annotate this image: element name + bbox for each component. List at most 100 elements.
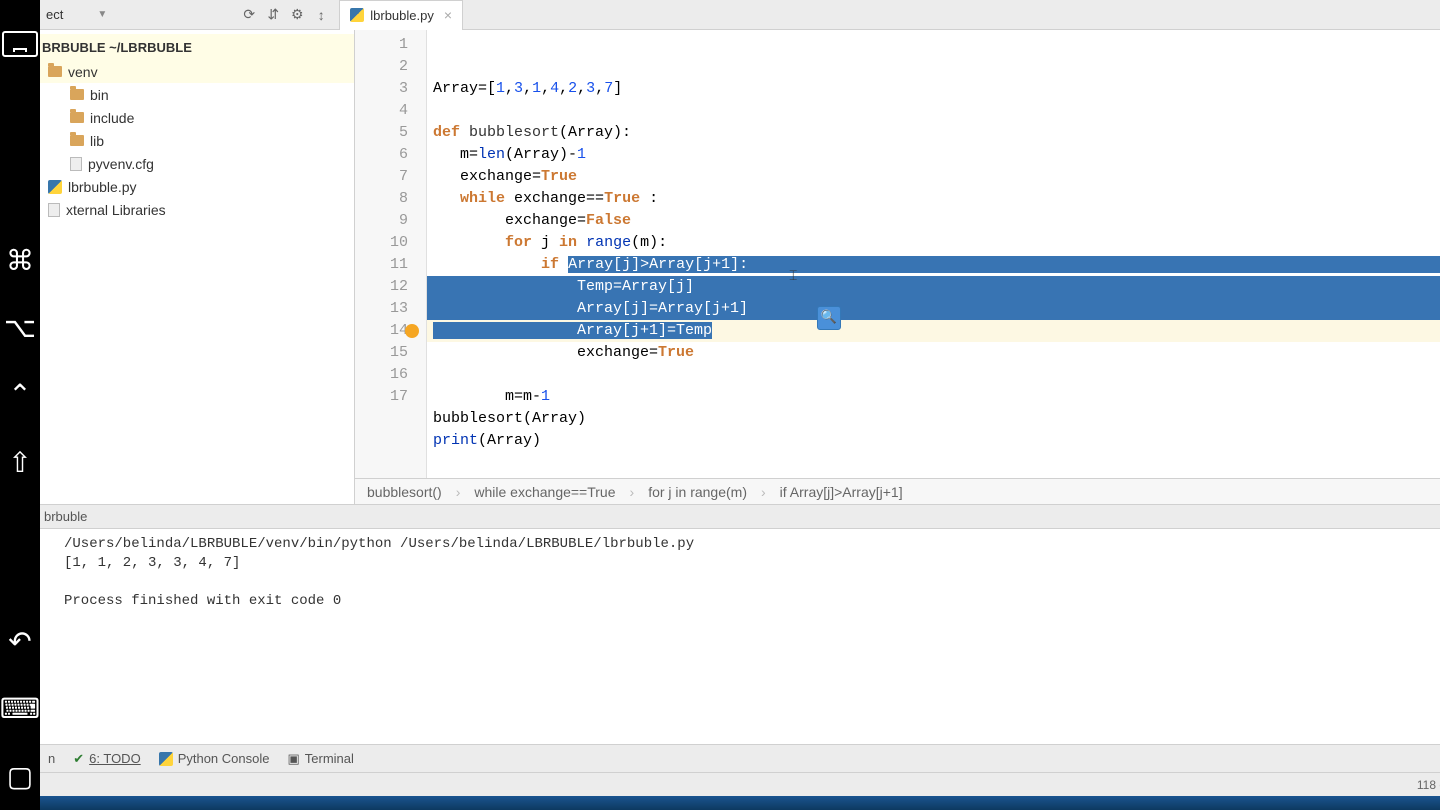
command-icon[interactable]: ⌘ <box>0 242 40 279</box>
editor[interactable]: 1234567891011121314151617 Array=[1,3,1,4… <box>355 30 1440 478</box>
folder-icon <box>48 66 62 77</box>
code-line[interactable]: Array[j]=Array[j+1] <box>427 298 1440 320</box>
line-number: 8 <box>355 188 426 210</box>
folder-icon <box>70 112 84 123</box>
code-line[interactable] <box>427 100 1440 122</box>
line-number: 4 <box>355 100 426 122</box>
tab-python-console[interactable]: Python Console <box>159 751 270 766</box>
refresh-icon[interactable]: ⟳ <box>239 5 259 25</box>
editor-tab[interactable]: lbrbuble.py × <box>339 0 463 30</box>
code-line[interactable]: Array[j+1]=Temp <box>427 320 1440 342</box>
close-icon[interactable]: × <box>444 7 452 23</box>
line-number: 12 <box>355 276 426 298</box>
file-icon <box>70 157 82 171</box>
tree-item[interactable]: pyvenv.cfg <box>40 152 354 175</box>
tab-run[interactable]: n <box>48 751 55 766</box>
chevron-right-icon: › <box>761 484 766 500</box>
tree-item[interactable]: xternal Libraries <box>40 198 354 221</box>
text-caret: ⌶ <box>789 266 797 288</box>
code-line[interactable]: m=m-1 <box>427 386 1440 408</box>
editor-pane: 1234567891011121314151617 Array=[1,3,1,4… <box>355 30 1440 504</box>
folder-icon <box>70 135 84 146</box>
chevron-right-icon: › <box>630 484 635 500</box>
keyboard-icon[interactable]: ⌨ <box>0 690 40 727</box>
ide-window: ect ▼ ⟳ ⇵ ⚙ ↕ lbrbuble.py × BRBUBLE ~/LB… <box>40 0 1440 810</box>
breadcrumb-item[interactable]: bubblesort() <box>367 484 442 500</box>
tree-item[interactable]: venv <box>40 60 354 83</box>
project-selector-label[interactable]: ect <box>46 7 63 22</box>
chevron-down-icon[interactable]: ▼ <box>97 9 107 20</box>
option-icon[interactable]: ⌥ <box>0 309 40 346</box>
undo-icon[interactable]: ↶ <box>0 623 40 660</box>
code-line[interactable]: exchange=False <box>427 210 1440 232</box>
tree-item-label: lib <box>90 133 104 149</box>
main-toolbar: ect ▼ ⟳ ⇵ ⚙ ↕ lbrbuble.py × <box>40 0 1440 30</box>
tab-todo[interactable]: ✔6: TODO <box>73 751 140 767</box>
code-line[interactable]: Temp=Array[j] <box>427 276 1440 298</box>
tree-item[interactable]: include <box>40 106 354 129</box>
control-icon[interactable]: ⌃ <box>0 376 40 413</box>
tree-item[interactable]: lbrbuble.py <box>40 175 354 198</box>
code-line[interactable]: bubblesort(Array) <box>427 408 1440 430</box>
python-icon <box>159 752 173 766</box>
line-number: 6 <box>355 144 426 166</box>
line-number: 3 <box>355 78 426 100</box>
code-line[interactable] <box>427 364 1440 386</box>
shift-icon[interactable]: ⇧ <box>0 444 40 481</box>
line-number: 15 <box>355 342 426 364</box>
breadcrumb-item[interactable]: for j in range(m) <box>648 484 747 500</box>
collapse-icon[interactable]: ⇵ <box>263 5 283 25</box>
run-tab-label[interactable]: brbuble <box>40 505 1440 529</box>
folder-icon <box>70 89 84 100</box>
line-number: 2 <box>355 56 426 78</box>
sort-icon[interactable]: ↕ <box>311 5 331 25</box>
code-line[interactable]: print(Array) <box>427 430 1440 452</box>
tab-terminal[interactable]: ▣Terminal <box>287 751 353 767</box>
trackpad-icon[interactable]: ▢ <box>0 758 40 795</box>
code-line[interactable]: for j in range(m): <box>427 232 1440 254</box>
os-taskbar <box>40 796 1440 810</box>
run-output[interactable]: /Users/belinda/LBRBUBLE/venv/bin/python … <box>40 529 1440 744</box>
code-line[interactable]: exchange=True <box>427 342 1440 364</box>
project-tree[interactable]: BRBUBLE ~/LBRBUBLE venvbin include lib pyve… <box>40 30 355 504</box>
code-line[interactable]: if Array[j]>Array[j+1]: <box>427 254 1440 276</box>
line-number: 17 <box>355 386 426 408</box>
tree-item[interactable]: bin <box>40 83 354 106</box>
status-bar: 118 chars, 3 line breaks 12:32 LF U <box>40 772 1440 796</box>
tree-item-label: include <box>90 110 134 126</box>
tree-item-label: pyvenv.cfg <box>88 156 154 172</box>
search-popup-icon[interactable]: 🔍 <box>817 306 841 330</box>
line-number: 13 <box>355 298 426 320</box>
code-line[interactable]: Array=[1,3,1,4,2,3,7] <box>427 78 1440 100</box>
monitor-icon[interactable] <box>0 25 40 62</box>
line-number: 10 <box>355 232 426 254</box>
tree-item-label: lbrbuble.py <box>68 179 137 195</box>
code-area[interactable]: Array=[1,3,1,4,2,3,7] def bubblesort(Arra… <box>427 30 1440 478</box>
line-number: 9 <box>355 210 426 232</box>
code-line[interactable]: exchange=True <box>427 166 1440 188</box>
breadcrumb-bar: bubblesort() › while exchange==True › fo… <box>355 478 1440 504</box>
line-number: 7 <box>355 166 426 188</box>
tree-item-label: xternal Libraries <box>66 202 166 218</box>
code-line[interactable]: def bubblesort(Array): <box>427 122 1440 144</box>
code-line[interactable]: m=len(Array)-1 <box>427 144 1440 166</box>
breadcrumb-item[interactable]: while exchange==True <box>474 484 615 500</box>
file-icon <box>48 203 60 217</box>
project-root[interactable]: BRBUBLE ~/LBRBUBLE <box>40 34 354 60</box>
gear-icon[interactable]: ⚙ <box>287 5 307 25</box>
line-number: 16 <box>355 364 426 386</box>
tab-filename: lbrbuble.py <box>370 8 434 23</box>
tool-window-bar: n ✔6: TODO Python Console ▣Terminal 🔍 <box>40 744 1440 772</box>
tree-item[interactable]: lib <box>40 129 354 152</box>
code-line[interactable]: while exchange==True : <box>427 188 1440 210</box>
python-file-icon <box>48 180 62 194</box>
system-dock: ⌘ ⌥ ⌃ ⇧ ↶ ⌨ ▢ <box>0 0 40 810</box>
line-number: 5 <box>355 122 426 144</box>
line-number: 1 <box>355 34 426 56</box>
status-selection: 118 chars, 3 line breaks <box>1417 778 1440 792</box>
chevron-right-icon: › <box>456 484 461 500</box>
intention-bulb-icon[interactable] <box>405 324 419 338</box>
line-gutter: 1234567891011121314151617 <box>355 30 427 478</box>
line-number: 11 <box>355 254 426 276</box>
breadcrumb-item[interactable]: if Array[j]>Array[j+1] <box>780 484 903 500</box>
